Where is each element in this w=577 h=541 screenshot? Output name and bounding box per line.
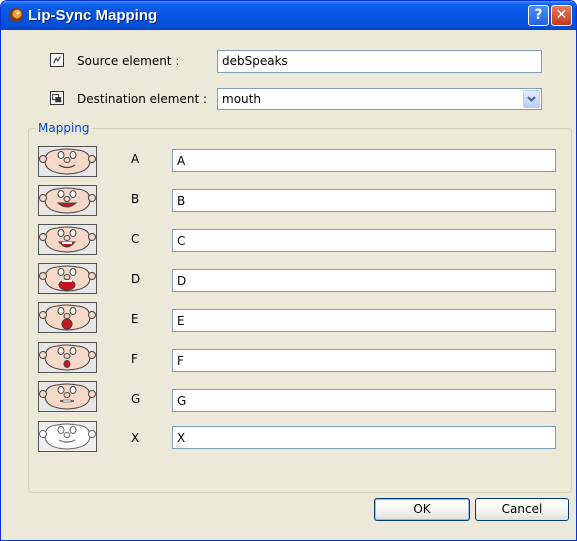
mouth-preview-b-icon [38,185,97,216]
source-element-icon [50,53,64,67]
source-element-value: debSpeaks [222,54,288,68]
mapping-value-e: E [177,314,185,328]
mapping-value-a: A [177,154,186,168]
mapping-input-x[interactable]: X [172,426,556,449]
mapping-input-f[interactable]: F [172,349,556,372]
cancel-button[interactable]: Cancel [475,498,569,521]
mapping-value-f: F [177,354,184,368]
phoneme-label-f: F [131,352,138,366]
mouth-preview-g-icon [38,381,97,412]
help-icon: ? [534,7,543,23]
mapping-input-b[interactable]: B [172,189,556,212]
destination-element-select[interactable]: mouth [217,88,542,110]
mapping-input-g[interactable]: G [172,389,556,412]
phoneme-label-g: G [131,392,141,406]
dropdown-button[interactable] [523,90,540,108]
phoneme-label-b: B [131,192,140,206]
source-element-field[interactable]: debSpeaks [217,50,542,73]
mouth-preview-x-icon [38,421,97,452]
mapping-input-d[interactable]: D [172,269,556,292]
source-element-label: Source element : [77,54,180,68]
mapping-value-g: G [177,394,187,408]
close-button[interactable]: ✕ [551,5,572,26]
window-title: Lip-Sync Mapping [28,7,158,24]
mapping-value-c: C [177,234,186,248]
ok-button[interactable]: OK [374,498,470,521]
phoneme-label-d: D [131,272,141,286]
cancel-button-label: Cancel [501,502,543,516]
mouth-preview-f-icon [38,342,97,373]
mapping-input-c[interactable]: C [172,229,556,252]
phoneme-label-e: E [131,312,139,326]
phoneme-label-c: C [131,232,140,246]
help-button[interactable]: ? [528,5,549,26]
mapping-value-x: X [177,431,186,445]
mapping-legend: Mapping [36,121,92,135]
phoneme-label-x: X [131,431,140,445]
app-icon [9,8,23,22]
chevron-down-icon [527,96,536,102]
destination-element-icon [50,91,64,105]
phoneme-label-a: A [131,152,140,166]
mapping-value-d: D [177,274,187,288]
ok-button-label: OK [413,502,431,516]
title-bar[interactable]: Lip-Sync Mapping ? ✕ [1,1,576,30]
destination-element-label: Destination element : [77,92,208,106]
mouth-preview-c-icon [38,224,97,255]
dialog-body: Source element : debSpeaks Destination e… [1,30,576,540]
mapping-input-a[interactable]: A [172,149,556,172]
close-icon: ✕ [555,7,568,23]
mapping-input-e[interactable]: E [172,309,556,332]
mouth-preview-a-icon [38,146,97,177]
mapping-value-b: B [177,194,186,208]
destination-element-value: mouth [222,92,261,106]
mouth-preview-e-icon [38,302,97,333]
mouth-preview-d-icon [38,263,97,294]
lip-sync-mapping-dialog: Lip-Sync Mapping ? ✕ Source element : de… [0,0,577,541]
